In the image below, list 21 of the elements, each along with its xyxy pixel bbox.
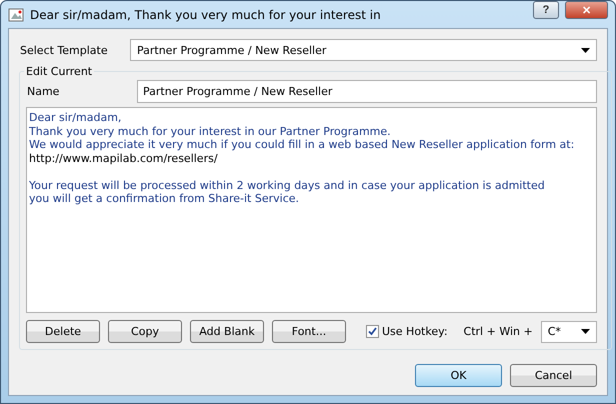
window-title: Dear sir/madam, Thank you very much for your interest in (30, 8, 382, 22)
action-button[interactable]: Copy (108, 320, 182, 343)
app-icon (8, 6, 24, 22)
action-button[interactable]: Font... (272, 320, 346, 343)
select-template-label: Select Template (19, 44, 109, 56)
caret-icon (581, 48, 590, 52)
use-hotkey-label: Use Hotkey: (382, 325, 448, 338)
help-button[interactable]: ? (533, 1, 559, 19)
name-label: Name (26, 85, 60, 98)
hotkey-checkbox[interactable] (366, 325, 379, 338)
action-button[interactable]: Delete (26, 320, 100, 343)
template-dropdown[interactable]: Partner Programme / New Reseller (130, 39, 597, 61)
hotkey-prefix: Ctrl + Win + (464, 325, 533, 338)
message-text-area[interactable]: Dear sir/madam, Thank you very much for your interest in our Partner Programme. We would appreciate it very much if you could fill in a web based New Reseller application form at: http://www.mapilab.com/resellers/ Your request will be processed within 2 working days and in case your application is admitted you will get a confirmation from Share-it Service. (26, 107, 597, 313)
hotkey-dropdown[interactable]: C* (540, 320, 597, 342)
action-button[interactable]: Add Blank (190, 320, 264, 343)
caret-icon (580, 329, 590, 334)
dialog-button[interactable]: OK (415, 364, 502, 387)
dialog-button[interactable]: Cancel (510, 364, 597, 387)
group-title: Edit Current (26, 65, 92, 78)
name-field[interactable]: Partner Programme / New Reseller (137, 80, 597, 103)
